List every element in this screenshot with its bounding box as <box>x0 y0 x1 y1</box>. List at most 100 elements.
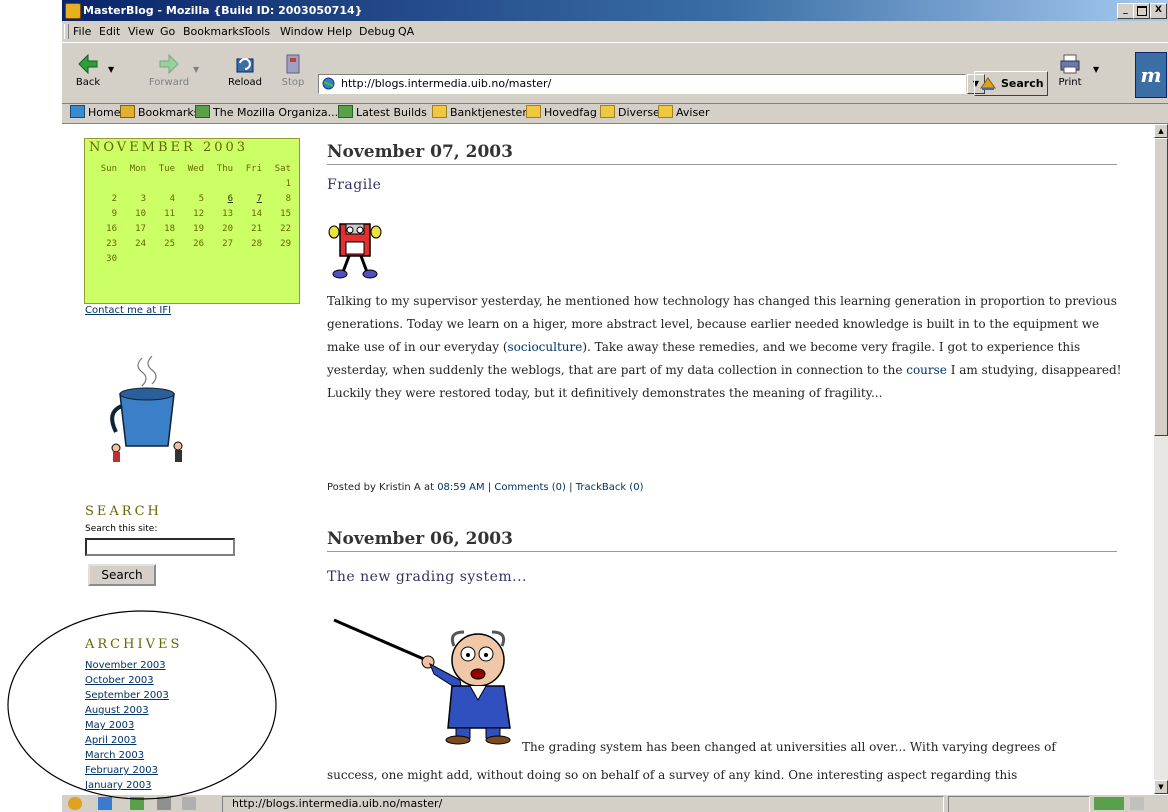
forward-button[interactable]: Forward <box>144 51 194 97</box>
menu-tools[interactable]: Tools <box>243 22 270 41</box>
trackback-link[interactable]: TrackBack (0) <box>576 482 644 493</box>
calendar-weekday: Wed <box>187 163 204 174</box>
title-bar: MasterBlog - Mozilla {Build ID: 20030507… <box>62 0 1168 21</box>
scroll-up-button[interactable]: ▲ <box>1154 124 1168 138</box>
calendar-day[interactable]: 7 <box>233 191 262 206</box>
calendar-day-link[interactable]: 6 <box>228 194 233 204</box>
archive-link[interactable]: September 2003 <box>85 690 169 701</box>
menu-bookmarks[interactable]: Bookmarks <box>183 22 244 41</box>
archive-link[interactable]: April 2003 <box>85 735 136 746</box>
bookmark-folder-diverse[interactable]: Diverse <box>600 103 660 123</box>
menubar-grip[interactable] <box>64 24 69 39</box>
calendar-day: 28 <box>251 238 262 249</box>
page-content[interactable]: NOVEMBER 2003 Sun Mon Tue Wed Thu Fri Sat 1234… <box>62 124 1154 794</box>
comments-link[interactable]: Comments (0) <box>494 482 566 493</box>
online-status-icon[interactable] <box>1094 797 1124 810</box>
menu-debug[interactable]: Debug <box>359 22 395 41</box>
page-proxy-icon[interactable] <box>322 77 335 90</box>
url-bar[interactable]: http://blogs.intermedia.uib.no/master/ <box>318 74 966 94</box>
address-book-icon[interactable] <box>157 797 171 810</box>
close-button[interactable]: X <box>1150 3 1167 19</box>
contact-link[interactable]: Contact me at IFI <box>85 305 171 316</box>
archive-link[interactable]: May 2003 <box>85 720 134 731</box>
bookmark-latest-builds[interactable]: Latest Builds <box>338 103 427 123</box>
home-icon <box>70 105 85 118</box>
archives-list: November 2003 October 2003 September 200… <box>85 658 169 793</box>
post-body-line: The grading system has been changed at u… <box>522 740 1056 754</box>
stop-button[interactable]: Stop <box>276 51 310 97</box>
post-inline-link[interactable]: course <box>906 363 947 377</box>
composer-icon[interactable] <box>130 797 144 810</box>
archive-link[interactable]: March 2003 <box>85 750 144 761</box>
calendar-day <box>146 176 175 191</box>
bookmark-folder-aviser[interactable]: Aviser <box>658 103 709 123</box>
search-button[interactable]: Search <box>974 71 1048 96</box>
reload-label: Reload <box>227 77 263 88</box>
calendar-day: 30 <box>106 253 117 264</box>
progress-panel <box>948 796 1090 812</box>
search-input[interactable] <box>85 538 235 556</box>
reload-button[interactable]: Reload <box>222 51 268 97</box>
post-permalink[interactable]: 08:59 AM <box>437 482 484 493</box>
archive-link[interactable]: October 2003 <box>85 675 154 686</box>
mozilla-throbber-icon[interactable]: m <box>1135 52 1167 98</box>
calendar-day[interactable]: 6 <box>204 191 233 206</box>
bookmark-folder-banktjenester[interactable]: Banktjenester <box>432 103 527 123</box>
calendar-day-link[interactable]: 7 <box>257 194 262 204</box>
calendar-day <box>175 251 204 266</box>
mozilla-app-icon[interactable] <box>65 3 81 19</box>
minimize-button[interactable]: _ <box>1117 3 1134 19</box>
bookmark-bookmarks[interactable]: Bookmarks <box>120 103 199 123</box>
mail-icon[interactable] <box>98 797 112 810</box>
menu-view[interactable]: View <box>128 22 154 41</box>
bookmark-folder-hovedfag[interactable]: Hovedfag <box>526 103 597 123</box>
menu-file[interactable]: File <box>73 22 91 41</box>
calendar-day: 29 <box>280 238 291 249</box>
post-title: Fragile <box>327 177 382 193</box>
bookmark-home[interactable]: Home <box>70 103 120 123</box>
stop-icon <box>286 54 300 74</box>
post-body-line: success, one might add, without doing so… <box>327 768 1018 782</box>
folder-icon <box>600 105 615 118</box>
bookmark-mozilla-org[interactable]: The Mozilla Organiza... <box>195 103 338 123</box>
calendar-day: 5 <box>198 193 204 204</box>
search-submit-button[interactable]: Search <box>88 564 156 586</box>
archive-link[interactable]: August 2003 <box>85 705 149 716</box>
security-lock-icon[interactable] <box>1130 797 1144 810</box>
calendar-day: 26 <box>193 238 204 249</box>
menu-edit[interactable]: Edit <box>99 22 120 41</box>
chatzilla-icon[interactable] <box>182 797 196 810</box>
archive-link[interactable]: November 2003 <box>85 660 166 671</box>
back-label: Back <box>75 77 101 88</box>
forward-dropdown-icon[interactable]: ▼ <box>193 65 199 74</box>
calendar-day: 17 <box>135 223 146 234</box>
archive-link[interactable]: January 2003 <box>85 780 152 791</box>
calendar-day: 22 <box>280 223 291 234</box>
calendar-day <box>146 251 175 266</box>
calendar-day: 4 <box>169 193 175 204</box>
calendar-grid: Sun Mon Tue Wed Thu Fri Sat 1 2 3 4 5 6 7 8 9 10 11 12 13 1… <box>88 161 291 266</box>
back-dropdown-icon[interactable]: ▼ <box>108 65 114 74</box>
calendar-day: 19 <box>193 223 204 234</box>
vertical-scrollbar[interactable]: ▲ ▼ <box>1154 124 1168 794</box>
calendar-day: 25 <box>164 238 175 249</box>
calendar-weekday: Thu <box>216 163 233 174</box>
menu-help[interactable]: Help <box>327 22 352 41</box>
post-inline-link[interactable]: socioculture <box>508 340 583 354</box>
menu-qa[interactable]: QA <box>398 22 414 41</box>
maximize-button[interactable] <box>1133 3 1150 19</box>
window-title: MasterBlog - Mozilla {Build ID: 20030507… <box>83 4 363 17</box>
scroll-thumb[interactable] <box>1154 138 1168 436</box>
back-button[interactable]: Back <box>68 51 108 97</box>
archive-link[interactable]: February 2003 <box>85 765 158 776</box>
calendar-day <box>117 176 146 191</box>
print-dropdown-icon[interactable]: ▼ <box>1093 65 1099 74</box>
forward-arrow-icon <box>159 53 179 75</box>
calendar-day <box>204 176 233 191</box>
navigator-icon[interactable] <box>68 797 82 810</box>
calendar-day: 20 <box>222 223 233 234</box>
scroll-down-button[interactable]: ▼ <box>1154 780 1168 794</box>
menu-go[interactable]: Go <box>160 22 175 41</box>
menu-window[interactable]: Window <box>280 22 323 41</box>
print-button[interactable]: Print <box>1052 51 1088 97</box>
